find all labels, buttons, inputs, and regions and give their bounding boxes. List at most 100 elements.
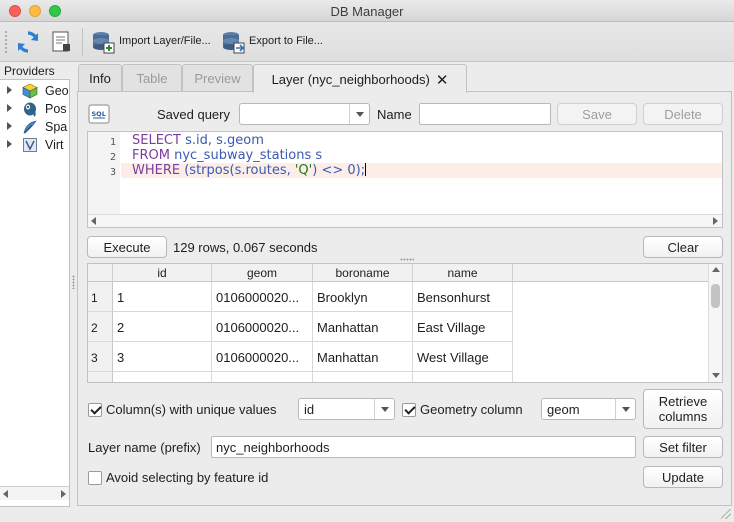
providers-tree[interactable]: Geo Pos Spa Virt xyxy=(0,79,70,507)
expand-arrow-icon[interactable] xyxy=(7,86,12,94)
sql-text: ) <> 0); xyxy=(312,163,366,178)
saved-query-dropdown[interactable] xyxy=(239,103,370,125)
column-header-geom[interactable]: geom xyxy=(212,264,313,282)
editor-horizontal-scrollbar[interactable] xyxy=(88,214,722,227)
geometry-column-dropdown[interactable]: geom xyxy=(541,398,636,420)
scroll-down-arrow-icon[interactable] xyxy=(712,373,720,379)
tab-table[interactable]: Table xyxy=(122,64,182,92)
column-header-name[interactable]: name xyxy=(413,264,513,282)
sql-window-icon[interactable] xyxy=(48,29,74,55)
chevron-down-icon[interactable] xyxy=(349,104,369,124)
table-cell[interactable]: 0106000020... xyxy=(212,372,313,382)
sql-text: s.id, s.geom xyxy=(180,133,264,148)
layer-name-input[interactable]: nyc_neighborhoods xyxy=(211,436,636,458)
column-header-boroname[interactable]: boroname xyxy=(313,264,413,282)
export-file-button[interactable]: Export to File... xyxy=(249,35,323,47)
table-cell[interactable]: Throgs Neck xyxy=(413,372,513,382)
window-title: DB Manager xyxy=(330,4,404,19)
column-header-id[interactable]: id xyxy=(113,264,212,282)
table-cell[interactable]: 2 xyxy=(113,312,212,342)
provider-spatialite[interactable]: Spa xyxy=(0,118,69,136)
sql-text: (strpos(s.routes, xyxy=(180,163,295,178)
sql-editor[interactable]: 1 2 3 SELECT s.id, s.geom FROM nyc_subwa… xyxy=(87,131,723,228)
toolbar: Import Layer/File... Export to File... xyxy=(0,22,734,62)
row-header[interactable]: 2 xyxy=(88,312,113,342)
save-query-button[interactable]: Save xyxy=(557,103,637,125)
retrieve-columns-button[interactable]: Retrieve columns xyxy=(643,389,723,429)
expand-arrow-icon[interactable] xyxy=(7,104,12,112)
row-header[interactable]: 4 xyxy=(88,372,113,382)
scroll-right-arrow-icon[interactable] xyxy=(61,490,67,498)
tab-close-icon[interactable]: ✕ xyxy=(436,71,449,89)
table-vertical-scrollbar[interactable] xyxy=(708,264,722,382)
unique-column-dropdown[interactable]: id xyxy=(298,398,395,420)
set-filter-button[interactable]: Set filter xyxy=(643,436,723,458)
geometry-column-label: Geometry column xyxy=(420,402,523,417)
table-cell[interactable]: The B... xyxy=(313,372,413,382)
toolbar-grip[interactable] xyxy=(4,30,8,54)
tab-preview[interactable]: Preview xyxy=(182,64,253,92)
delete-query-button[interactable]: Delete xyxy=(643,103,723,125)
table-cell[interactable]: 0106000020... xyxy=(212,282,313,312)
sql-keyword: FROM xyxy=(132,148,170,163)
provider-label: Spa xyxy=(45,120,68,134)
table-cell[interactable]: Manhattan xyxy=(313,312,413,342)
query-name-input[interactable] xyxy=(419,103,551,125)
geopackage-icon xyxy=(22,83,38,99)
scrollbar-thumb[interactable] xyxy=(711,284,720,308)
provider-label: Virt xyxy=(45,138,64,152)
import-layer-icon[interactable] xyxy=(90,29,116,55)
sql-line-1: SELECT s.id, s.geom xyxy=(132,133,264,148)
table-cell[interactable]: West Village xyxy=(413,342,513,372)
refresh-icon[interactable] xyxy=(15,29,41,55)
expand-arrow-icon[interactable] xyxy=(7,122,12,130)
scroll-left-arrow-icon[interactable] xyxy=(3,490,9,498)
table-cell[interactable]: Brooklyn xyxy=(313,282,413,312)
table-cell[interactable]: East Village xyxy=(413,312,513,342)
import-layer-button[interactable]: Import Layer/File... xyxy=(119,35,211,47)
avoid-feature-id-checkbox[interactable] xyxy=(88,471,102,485)
sql-keyword: WHERE xyxy=(132,163,181,178)
clear-button[interactable]: Clear xyxy=(643,236,723,258)
table-cell[interactable]: 3 xyxy=(113,342,212,372)
scroll-right-arrow-icon[interactable] xyxy=(713,217,719,225)
sql-line-2: FROM nyc_subway_stations s xyxy=(132,148,322,163)
postgis-icon xyxy=(24,102,36,117)
tab-layer-query[interactable]: Layer (nyc_neighborhoods) ✕ xyxy=(253,64,467,93)
row-header[interactable]: 3 xyxy=(88,342,113,372)
name-label: Name xyxy=(377,107,412,122)
unique-column-value: id xyxy=(304,402,315,417)
table-cell[interactable]: 0106000020... xyxy=(212,342,313,372)
execute-button[interactable]: Execute xyxy=(87,236,167,258)
panel-splitter-handle[interactable] xyxy=(72,275,75,289)
provider-postgis[interactable]: Pos xyxy=(0,100,69,118)
table-cell[interactable]: 1 xyxy=(113,282,212,312)
chevron-down-icon[interactable] xyxy=(374,399,394,419)
provider-geopackage[interactable]: Geo xyxy=(0,82,69,100)
expand-arrow-icon[interactable] xyxy=(7,140,12,148)
scroll-up-arrow-icon[interactable] xyxy=(712,267,720,273)
retrieve-columns-label-line2: columns xyxy=(658,409,708,424)
sql-line-3: WHERE (strpos(s.routes, 'Q') <> 0); xyxy=(121,163,722,178)
vertical-splitter-handle[interactable] xyxy=(400,258,414,261)
table-cell[interactable]: 0106000020... xyxy=(212,312,313,342)
geometry-column-checkbox[interactable] xyxy=(402,403,416,417)
table-cell[interactable]: 4 xyxy=(113,372,212,382)
table-cell[interactable]: Manhattan xyxy=(313,342,413,372)
providers-horizontal-scrollbar[interactable] xyxy=(0,486,69,500)
sql-load-icon[interactable]: SQL xyxy=(88,104,110,124)
tab-info[interactable]: Info xyxy=(78,64,122,92)
results-table[interactable]: id geom boroname name 1 1 0106000020... … xyxy=(87,263,723,383)
chevron-down-icon[interactable] xyxy=(615,399,635,419)
scroll-left-arrow-icon[interactable] xyxy=(91,217,97,225)
unique-columns-checkbox[interactable] xyxy=(88,403,102,417)
virtual-layers-icon xyxy=(23,138,37,152)
update-button[interactable]: Update xyxy=(643,466,723,488)
table-cell[interactable]: Bensonhurst xyxy=(413,282,513,312)
export-file-icon[interactable] xyxy=(220,29,246,55)
sql-string: 'Q' xyxy=(294,163,313,178)
corner-header[interactable] xyxy=(88,264,113,282)
window-resize-grip[interactable] xyxy=(721,509,731,519)
provider-virtual-layers[interactable]: Virt xyxy=(0,136,69,154)
row-header[interactable]: 1 xyxy=(88,282,113,312)
